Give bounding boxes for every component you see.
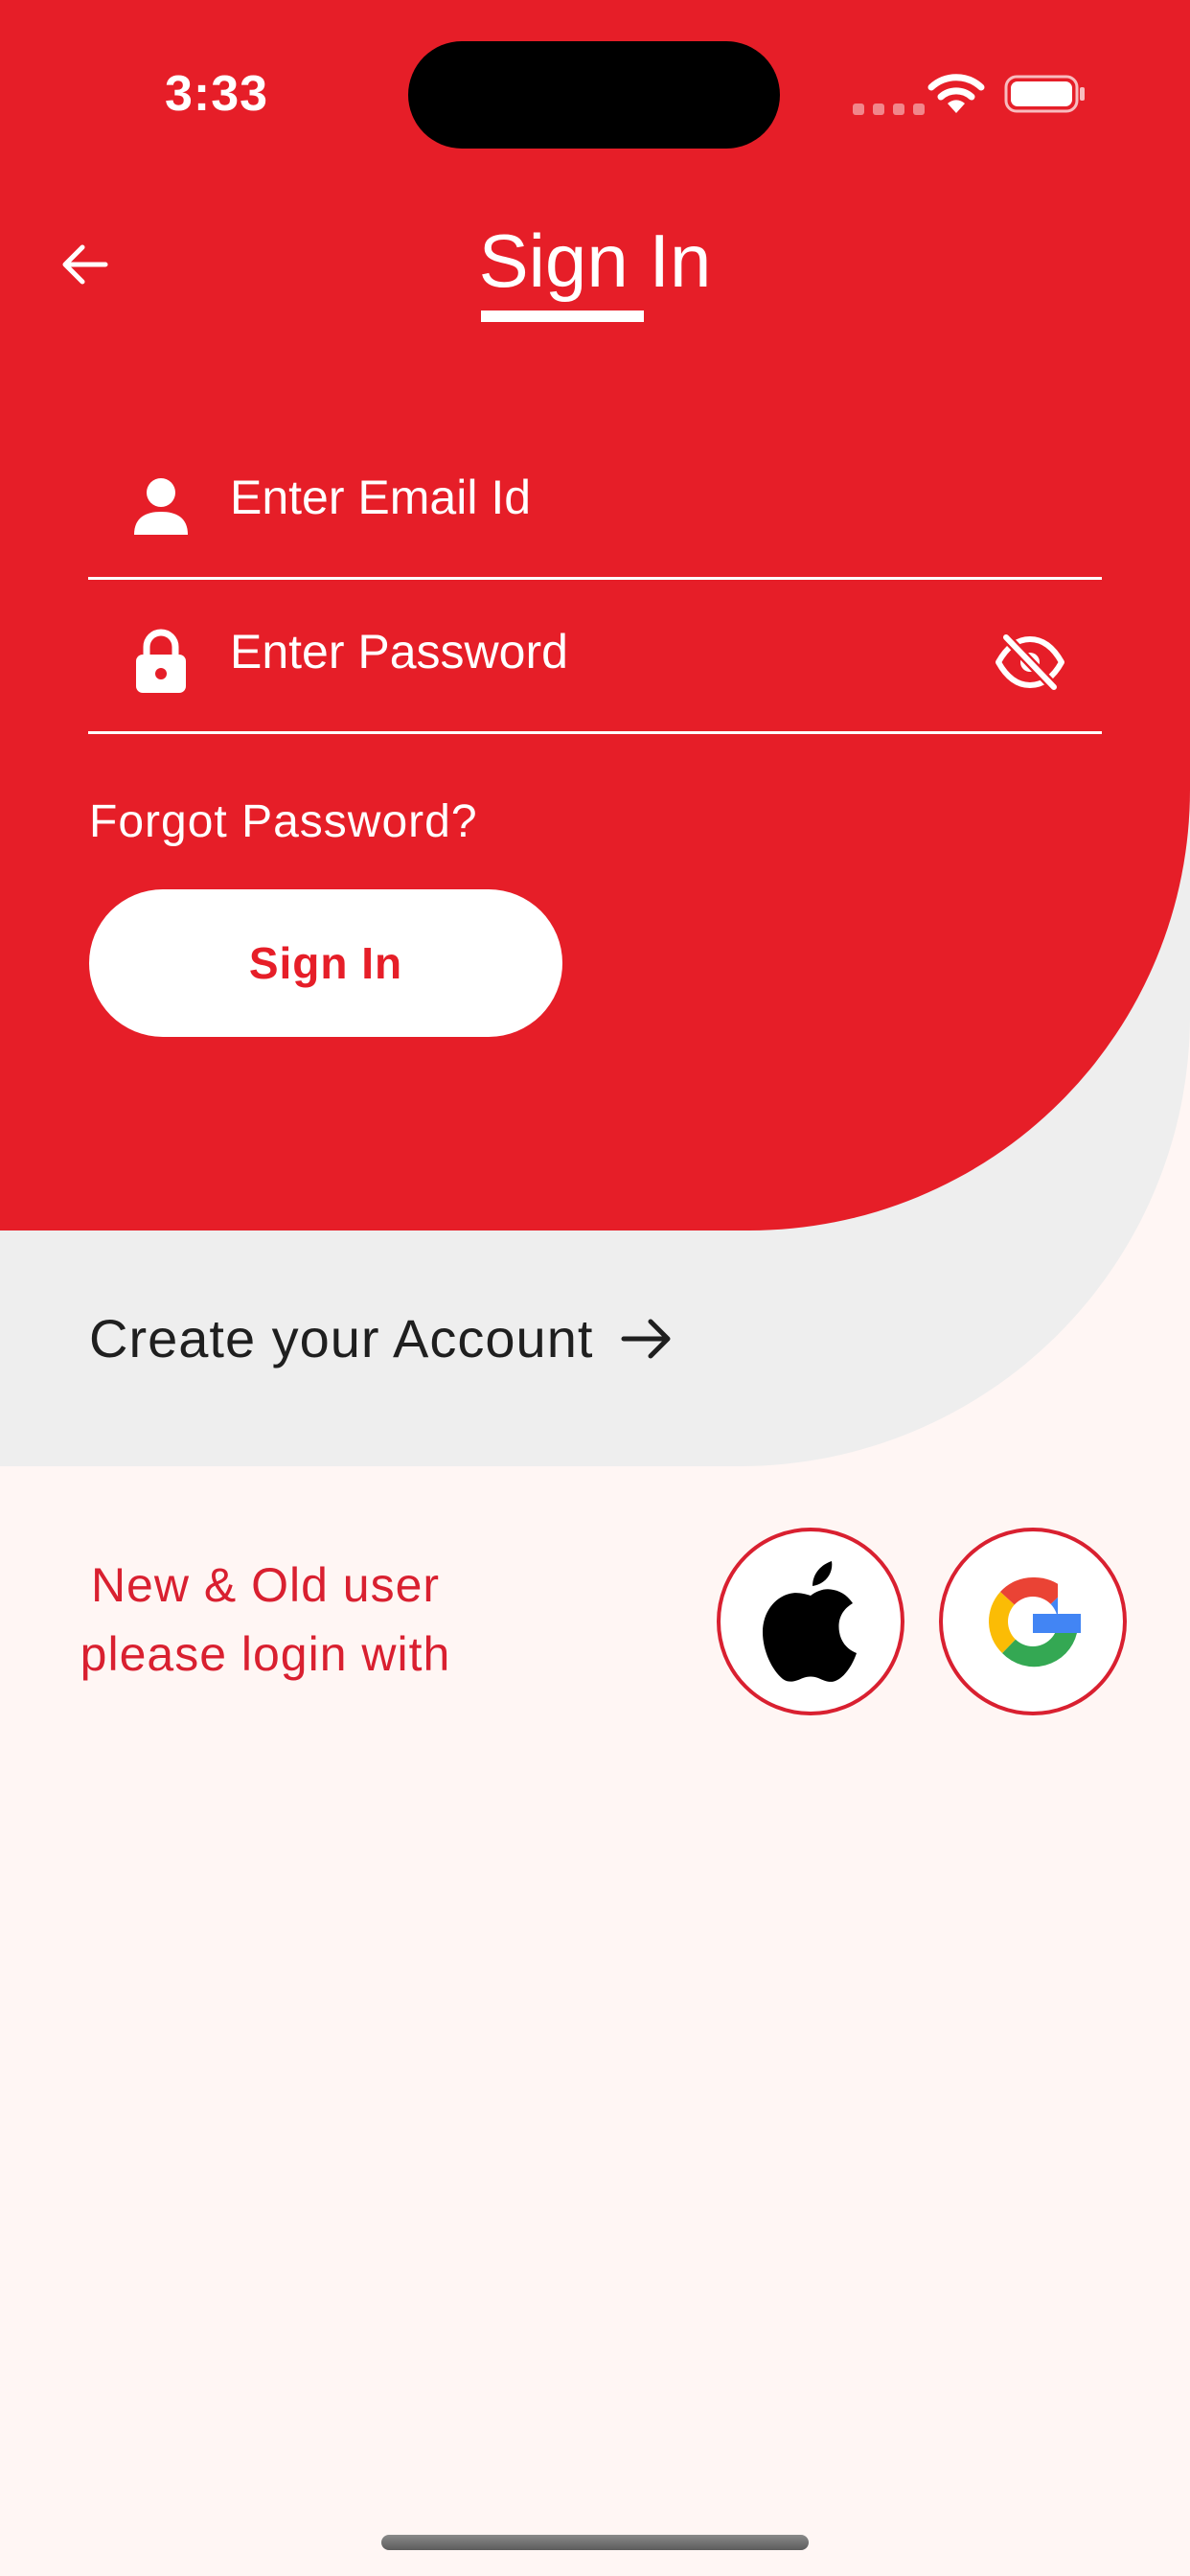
battery-icon [1004, 75, 1085, 113]
lock-icon [136, 629, 186, 693]
create-account-label: Create your Account [89, 1308, 594, 1368]
status-bar-time: 3:33 [165, 66, 269, 122]
social-login-text-line2: please login with [80, 1627, 451, 1681]
title-underline [481, 310, 644, 322]
google-login-button[interactable] [939, 1528, 1127, 1715]
apple-icon [763, 1561, 857, 1682]
forgot-password-link[interactable]: Forgot Password? [89, 795, 478, 848]
sign-in-button[interactable]: Sign In [89, 889, 562, 1037]
password-input[interactable] [230, 616, 1016, 687]
page-title: Sign In [478, 218, 712, 303]
create-account-link[interactable]: Create your Account [89, 1307, 675, 1369]
wifi-icon [927, 74, 985, 113]
person-icon [134, 478, 188, 535]
password-field [88, 587, 1102, 734]
arrow-right-icon [621, 1319, 671, 1358]
social-login-text: New & Old user please login with [50, 1551, 481, 1689]
dynamic-island [408, 41, 780, 149]
apple-login-button[interactable] [717, 1528, 904, 1715]
home-indicator[interactable] [381, 2535, 809, 2550]
google-icon [989, 1576, 1081, 1668]
eye-off-icon[interactable] [995, 632, 1065, 693]
email-input[interactable] [230, 462, 1016, 533]
cellular-signal-icon [853, 104, 925, 115]
email-field [88, 433, 1102, 580]
social-login-text-line1: New & Old user [90, 1558, 441, 1612]
